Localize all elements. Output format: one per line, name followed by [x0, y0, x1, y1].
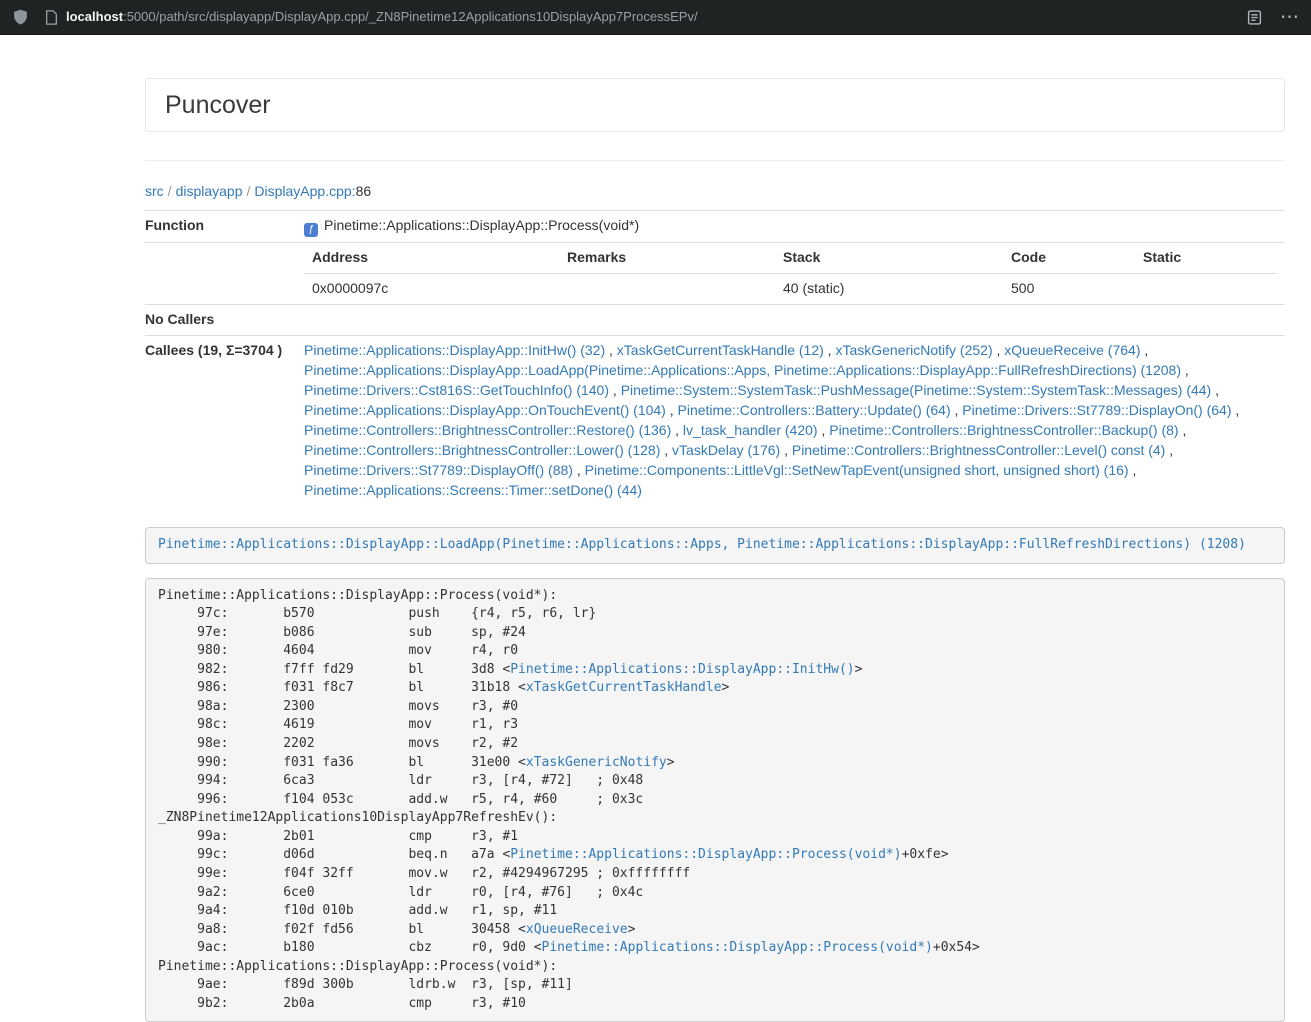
stats-value-stack: 40 (static) — [775, 274, 1003, 304]
breadcrumb: src/displayapp/DisplayApp.cpp:86 — [145, 182, 1285, 202]
table-row-callees: Callees (19, Σ=3704 ) Pinetime::Applicat… — [145, 336, 1285, 506]
stats-header-address: Address — [304, 243, 559, 273]
table-row-function: Function ƒ Pinetime::Applications::Displa… — [145, 210, 1285, 242]
callee-link[interactable]: Pinetime::Applications::Screens::Timer::… — [304, 482, 642, 498]
stats-value-row: 0x0000097c 40 (static) 500 — [304, 274, 1277, 304]
stats-value-static — [1135, 274, 1277, 304]
page-title: Puncover — [165, 91, 1265, 119]
page-icon — [45, 10, 58, 25]
breadcrumb-link-displayapp[interactable]: displayapp — [176, 183, 243, 199]
table-row-stats: Address Remarks Stack Code Static 0x0000… — [145, 243, 1285, 305]
callee-link[interactable]: xTaskGenericNotify (252) — [835, 342, 992, 358]
code-symbol-link[interactable]: Pinetime::Applications::DisplayApp::Init… — [510, 662, 854, 677]
url-bar[interactable]: localhost:5000/path/src/displayapp/Displ… — [45, 8, 1233, 27]
code-symbol-link[interactable]: xTaskGenericNotify — [526, 755, 667, 770]
callee-link[interactable]: vTaskDelay (176) — [672, 442, 780, 458]
row-label-callees: Callees (19, Σ=3704 ) — [145, 336, 296, 506]
stats-header-code: Code — [1003, 243, 1135, 273]
stats-header-static: Static — [1135, 243, 1277, 273]
breadcrumb-separator: / — [247, 183, 251, 199]
url-host: localhost — [66, 9, 123, 24]
reader-view-icon[interactable] — [1247, 10, 1262, 25]
function-name: Pinetime::Applications::DisplayApp::Proc… — [324, 217, 639, 233]
callee-link[interactable]: Pinetime::Applications::DisplayApp::Init… — [304, 342, 605, 358]
callee-link[interactable]: xQueueReceive (764) — [1004, 342, 1140, 358]
callee-link[interactable]: Pinetime::Drivers::Cst816S::GetTouchInfo… — [304, 382, 609, 398]
callee-link[interactable]: lv_task_handler (420) — [683, 422, 818, 438]
callee-link[interactable]: Pinetime::Controllers::BrightnessControl… — [304, 422, 671, 438]
shield-icon[interactable] — [12, 8, 29, 26]
row-label-no-callers: No Callers — [145, 305, 296, 336]
stats-cell: Address Remarks Stack Code Static 0x0000… — [296, 243, 1285, 305]
breadcrumb-separator: / — [168, 183, 172, 199]
stats-value-remarks — [559, 274, 775, 304]
browser-chrome: localhost:5000/path/src/displayapp/Displ… — [0, 0, 1311, 35]
callee-link[interactable]: Pinetime::System::SystemTask::PushMessag… — [621, 382, 1212, 398]
selected-symbol-box: Pinetime::Applications::DisplayApp::Load… — [145, 527, 1285, 564]
url-text: localhost:5000/path/src/displayapp/Displ… — [66, 8, 698, 27]
symbol-table: Function ƒPinetime::Applications::Displa… — [145, 210, 1285, 506]
callee-link[interactable]: xTaskGetCurrentTaskHandle (12) — [617, 342, 824, 358]
stats-value-address: 0x0000097c — [304, 274, 559, 304]
breadcrumb-link-file[interactable]: DisplayApp.cpp: — [254, 183, 355, 199]
disassembly-code: Pinetime::Applications::DisplayApp::Proc… — [145, 578, 1285, 1022]
app-header: Puncover — [145, 78, 1285, 132]
stats-table: Address Remarks Stack Code Static 0x0000… — [304, 243, 1277, 304]
callee-link[interactable]: Pinetime::Components::LittleVgl::SetNewT… — [585, 462, 1129, 478]
stats-header-remarks: Remarks — [559, 243, 775, 273]
code-symbol-link[interactable]: Pinetime::Applications::DisplayApp::Proc… — [542, 940, 933, 955]
callee-link[interactable]: Pinetime::Drivers::St7789::DisplayOn() (… — [962, 402, 1231, 418]
callee-link[interactable]: Pinetime::Controllers::BrightnessControl… — [792, 442, 1165, 458]
table-row-no-callers: No Callers — [145, 305, 1285, 336]
callee-link[interactable]: Pinetime::Controllers::Battery::Update()… — [678, 402, 951, 418]
no-callers-cell — [296, 305, 1285, 336]
stats-value-code: 500 — [1003, 274, 1135, 304]
callee-link[interactable]: Pinetime::Controllers::BrightnessControl… — [829, 422, 1178, 438]
code-symbol-link[interactable]: Pinetime::Applications::DisplayApp::Proc… — [510, 847, 901, 862]
breadcrumb-link-src[interactable]: src — [145, 183, 164, 199]
callee-link[interactable]: Pinetime::Drivers::St7789::DisplayOff() … — [304, 462, 573, 478]
row-label-function: Function — [145, 210, 296, 242]
selected-symbol-link[interactable]: Pinetime::Applications::DisplayApp::Load… — [158, 537, 1246, 552]
overflow-menu-icon[interactable]: ⋯ — [1280, 8, 1299, 27]
main-content: Puncover src/displayapp/DisplayApp.cpp:8… — [145, 78, 1285, 1022]
code-symbol-link[interactable]: xTaskGetCurrentTaskHandle — [526, 680, 722, 695]
breadcrumb-line-number: 86 — [356, 183, 372, 199]
code-symbol-link[interactable]: xQueueReceive — [526, 922, 628, 937]
stats-header-row: Address Remarks Stack Code Static — [304, 243, 1277, 273]
callee-link[interactable]: Pinetime::Applications::DisplayApp::OnTo… — [304, 402, 666, 418]
url-path: :5000/path/src/displayapp/DisplayApp.cpp… — [123, 9, 698, 24]
function-cell: ƒ Pinetime::Applications::DisplayApp::Pro… — [296, 210, 1285, 242]
callee-link[interactable]: Pinetime::Controllers::BrightnessControl… — [304, 442, 660, 458]
divider — [145, 160, 1285, 161]
function-icon: ƒ — [304, 223, 318, 237]
callee-link[interactable]: Pinetime::Applications::DisplayApp::Load… — [304, 362, 1181, 378]
callees-list: Pinetime::Applications::DisplayApp::Init… — [296, 336, 1285, 506]
stats-header-stack: Stack — [775, 243, 1003, 273]
row-label-empty — [145, 243, 296, 305]
